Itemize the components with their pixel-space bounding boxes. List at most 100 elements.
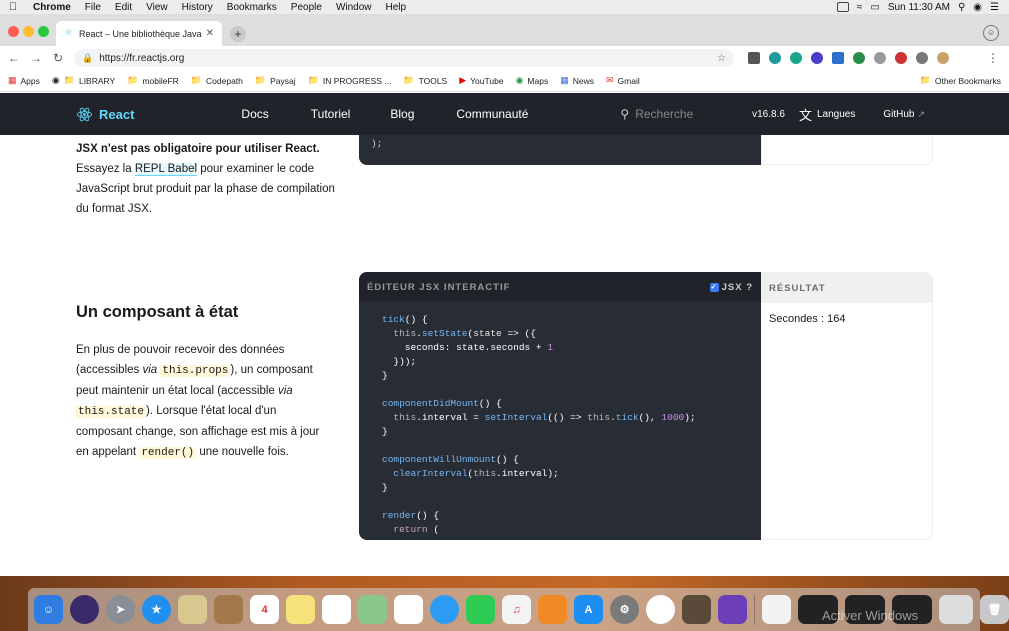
github-link[interactable]: GitHub ↗ <box>883 109 925 120</box>
launchpad-icon[interactable]: ➤ <box>106 595 135 624</box>
nav-link-communaute[interactable]: Communauté <box>456 107 528 121</box>
languages-link[interactable]: 文 Langues <box>799 105 855 124</box>
extension-icon-5[interactable] <box>853 52 865 64</box>
document-icon[interactable] <box>762 595 791 624</box>
system-preferences-icon[interactable]: ⚙ <box>610 595 639 624</box>
bookmark-library[interactable]: ◉ 📁 LIBRARY <box>52 75 115 86</box>
minimize-window-button[interactable] <box>23 26 34 37</box>
menu-people[interactable]: People <box>284 2 329 13</box>
screenshot-thumb-4[interactable] <box>939 595 973 624</box>
address-bar[interactable]: 🔒 https://fr.reactjs.org ☆ <box>74 49 734 67</box>
menu-chrome[interactable]: Chrome <box>26 2 78 13</box>
bookmark-other[interactable]: 📁 Other Bookmarks <box>920 75 1001 86</box>
news-icon: ▦ <box>560 75 569 85</box>
nav-link-tutoriel[interactable]: Tutoriel <box>311 107 351 121</box>
bookmark-mobilefr[interactable]: 📁 mobileFR <box>127 75 179 86</box>
books-icon[interactable] <box>538 595 567 624</box>
forward-icon[interactable]: → <box>28 51 44 65</box>
bookmark-star-icon[interactable]: ☆ <box>717 53 726 64</box>
bookmark-in-progress[interactable]: 📁 IN PROGRESS ... <box>308 75 392 86</box>
code-editor[interactable]: tick() { this.setState(state => ({ secon… <box>359 302 761 538</box>
previous-result-panel <box>761 135 933 165</box>
zoom-window-button[interactable] <box>38 26 49 37</box>
extension-icon-6[interactable] <box>874 52 886 64</box>
bookmark-tools[interactable]: 📁 TOOLS <box>403 75 447 86</box>
dock-separator <box>754 594 755 625</box>
docs-search[interactable]: ⚲ Recherche <box>620 107 693 121</box>
eyedropper-icon[interactable] <box>748 52 760 64</box>
siri-icon[interactable]: ◉ <box>973 2 982 13</box>
photos-icon[interactable] <box>394 595 423 624</box>
checkbox-icon[interactable]: ✓ <box>709 282 719 292</box>
extension-icon-8[interactable] <box>916 52 928 64</box>
reload-icon[interactable]: ↻ <box>50 51 66 65</box>
editor-header: ÉDITEUR JSX INTERACTIF ✓ JSX ? <box>359 272 761 302</box>
menu-edit[interactable]: Edit <box>108 2 139 13</box>
music-icon[interactable]: ♫ <box>502 595 531 624</box>
menu-bookmarks[interactable]: Bookmarks <box>220 2 284 13</box>
version-link[interactable]: v16.8.6 <box>752 109 785 120</box>
result-pane: RÉSULTAT Secondes : 164 <box>761 272 933 540</box>
menubar-clock[interactable]: Sun 11:30 AM <box>888 2 950 13</box>
reminders-icon[interactable] <box>322 595 351 624</box>
bookmark-paysaj[interactable]: 📁 Paysaj <box>255 75 296 86</box>
film-app-icon[interactable] <box>682 595 711 624</box>
bookmark-news[interactable]: ▦ News <box>560 75 594 86</box>
menu-window[interactable]: Window <box>329 2 379 13</box>
screen-icon[interactable] <box>836 2 849 12</box>
bookmark-label: IN PROGRESS ... <box>322 75 392 86</box>
notes-book-icon[interactable] <box>214 595 243 624</box>
siri-dock-icon[interactable] <box>70 595 99 624</box>
babel-repl-link[interactable]: REPL Babel <box>134 163 198 176</box>
apple-icon[interactable]:  <box>0 1 26 13</box>
finder-icon[interactable]: ☺ <box>34 595 63 624</box>
visual-studio-icon[interactable] <box>718 595 747 624</box>
extension-icon-1[interactable] <box>769 52 781 64</box>
bookmark-codepath[interactable]: 📁 Codepath <box>191 75 243 86</box>
lock-icon[interactable]: 🔒 <box>82 53 93 64</box>
bookmark-youtube[interactable]: ▶ YouTube <box>459 75 503 86</box>
macos-menubar:  Chrome File Edit View History Bookmark… <box>0 0 1009 14</box>
code-line: } <box>382 370 388 381</box>
notification-center-icon[interactable]: ☰ <box>990 2 999 13</box>
folder-icon: 📁 <box>307 75 319 85</box>
extension-icon-3[interactable] <box>811 52 823 64</box>
back-icon[interactable]: ← <box>6 51 22 65</box>
menu-help[interactable]: Help <box>379 2 414 13</box>
new-tab-button[interactable]: + <box>230 26 246 42</box>
user-avatar[interactable] <box>937 52 949 64</box>
spotlight-icon[interactable]: ⚲ <box>958 2 965 13</box>
menu-history[interactable]: History <box>175 2 220 13</box>
chrome-dock-icon[interactable] <box>646 595 675 624</box>
jsx-toggle[interactable]: ✓ JSX ? <box>709 282 753 293</box>
menu-view[interactable]: View <box>139 2 175 13</box>
react-logo-link[interactable]: React <box>76 106 134 123</box>
bookmark-label: YouTube <box>470 75 504 86</box>
chrome-menu-icon[interactable]: ⋮ <box>987 51 999 65</box>
mail-stamp-icon[interactable] <box>178 595 207 624</box>
maps-dock-icon[interactable] <box>358 595 387 624</box>
wifi-icon[interactable]: ≈ <box>857 2 863 13</box>
nav-link-docs[interactable]: Docs <box>241 107 268 121</box>
calendar-icon[interactable]: 4 <box>250 595 279 624</box>
bookmark-gmail[interactable]: ✉ Gmail <box>606 75 640 86</box>
notes-icon[interactable] <box>286 595 315 624</box>
chrome-profile-icon[interactable]: ☺ <box>983 25 999 41</box>
bookmark-maps[interactable]: ◉ Maps <box>516 75 549 86</box>
messages-icon[interactable] <box>430 595 459 624</box>
extension-icon-2[interactable] <box>790 52 802 64</box>
facetime-icon[interactable] <box>466 595 495 624</box>
nav-link-blog[interactable]: Blog <box>390 107 414 121</box>
safari-icon[interactable]: ✯ <box>142 595 171 624</box>
close-tab-icon[interactable]: ✕ <box>206 28 214 39</box>
extension-icon-4[interactable] <box>832 52 844 64</box>
extension-icon-7[interactable] <box>895 52 907 64</box>
menu-file[interactable]: File <box>78 2 108 13</box>
tab-react[interactable]: ⚛ React – Une bibliothèque Java ✕ <box>56 21 222 46</box>
bookmark-apps[interactable]: ▦ Apps <box>8 75 40 86</box>
battery-icon[interactable]: ▭ <box>870 2 879 13</box>
trash-icon[interactable]: 🗑 <box>980 595 1009 624</box>
app-store-icon[interactable]: A <box>574 595 603 624</box>
close-window-button[interactable] <box>8 26 19 37</box>
